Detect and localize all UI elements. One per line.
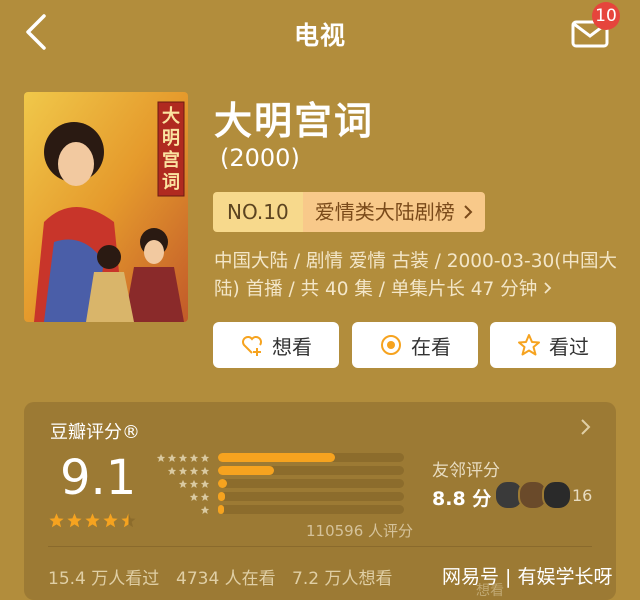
small-star-icon — [200, 466, 210, 475]
svg-text:宫: 宫 — [162, 149, 180, 171]
watched-count[interactable]: 15.4 万人看过 — [48, 564, 159, 589]
rating-star-icon — [85, 513, 100, 528]
small-star-icon — [178, 453, 188, 462]
rating-bar-fill — [218, 453, 336, 462]
star-icon — [518, 334, 540, 356]
want-label: 想看 — [272, 334, 312, 359]
small-star-icon — [200, 492, 210, 501]
watched-label: 看过 — [549, 334, 589, 359]
rating-bar-track — [218, 453, 404, 462]
meta-line-1: 中国大陆 / 剧情 爱情 古装 / 2000-03-30(中国大 — [214, 251, 617, 272]
rank-number: NO.10 — [213, 192, 303, 232]
chevron-right-icon[interactable] — [580, 418, 592, 436]
friend-rating-score: 8.8 分 — [432, 488, 492, 510]
rating-bar-track — [218, 466, 404, 475]
rating-bar-track — [218, 492, 404, 501]
rating-stars — [48, 512, 137, 529]
rating-count: 110596 人评分 — [306, 522, 414, 540]
rating-title: 豆瓣评分® — [50, 422, 140, 443]
target-icon — [381, 335, 401, 355]
top-bar: 电视 10 — [0, 0, 640, 64]
bar-stars — [152, 505, 210, 515]
rank-list-name: 爱情类大陆剧榜 — [314, 200, 455, 224]
meta-line-2: 陆) 首播 / 共 40 集 / 单集片长 47 分钟 — [214, 276, 619, 304]
rating-star-icon — [49, 513, 64, 528]
watermark: 网易号 | 有娱学长呀 — [442, 566, 613, 588]
rating-bar-track — [218, 479, 404, 488]
bar-stars — [152, 492, 210, 502]
watching-label: 在看 — [411, 334, 451, 359]
rating-star-icon — [67, 513, 82, 528]
watched-button[interactable]: 看过 — [490, 322, 616, 368]
friend-count: 16 — [572, 486, 593, 505]
small-star-icon — [189, 466, 199, 475]
small-star-icon — [167, 453, 177, 462]
meta-line-2-text: 陆) 首播 / 共 40 集 / 单集片长 47 分钟 — [214, 279, 538, 300]
rating-bar-track — [218, 505, 404, 514]
small-star-icon — [189, 453, 199, 462]
small-star-icon — [200, 505, 210, 514]
page-title: 电视 — [293, 21, 346, 50]
watching-button[interactable]: 在看 — [352, 322, 478, 368]
show-meta[interactable]: 中国大陆 / 剧情 爱情 古装 / 2000-03-30(中国大 陆) 首播 /… — [214, 248, 619, 304]
small-star-icon — [189, 479, 199, 488]
mail-badge: 10 — [592, 2, 620, 30]
small-star-icon — [189, 492, 199, 501]
small-star-icon — [178, 466, 188, 475]
divider — [48, 546, 592, 547]
small-star-icon — [200, 479, 210, 488]
rating-bar-fill — [218, 505, 224, 514]
chevron-right-icon — [544, 282, 552, 294]
avatar — [542, 480, 572, 510]
svg-text:大: 大 — [162, 105, 180, 127]
want-count[interactable]: 7.2 万人想看 — [292, 564, 392, 589]
rating-star-icon — [121, 513, 136, 528]
rating-score: 9.1 — [60, 450, 137, 506]
rank-list-link: 爱情类大陆剧榜 — [302, 192, 485, 232]
heart-plus-icon — [242, 336, 262, 356]
small-star-icon — [178, 479, 188, 488]
friend-rating-label: 友邻评分 — [432, 461, 500, 481]
show-title: 大明宫词 — [214, 99, 375, 143]
svg-text:词: 词 — [162, 172, 180, 193]
poster-image[interactable]: 大 明 宫 词 — [24, 92, 188, 322]
rating-bar-fill — [218, 492, 226, 501]
small-star-icon — [167, 466, 177, 475]
small-star-icon — [156, 453, 166, 462]
bar-stars — [152, 453, 210, 463]
svg-text:明: 明 — [162, 128, 180, 149]
rank-badge[interactable]: NO.10 爱情类大陆剧榜 — [213, 192, 485, 232]
show-year: (2000) — [220, 144, 300, 172]
rating-bar-fill — [218, 466, 274, 475]
friend-avatars[interactable] — [494, 480, 572, 510]
bar-stars — [152, 466, 210, 476]
chevron-right-icon — [463, 205, 473, 219]
watching-count[interactable]: 4734 人在看 — [176, 564, 276, 589]
rating-star-icon — [103, 513, 118, 528]
bar-stars — [152, 479, 210, 489]
rating-bar-fill — [218, 479, 228, 488]
small-star-icon — [200, 453, 210, 462]
want-button[interactable]: 想看 — [213, 322, 339, 368]
